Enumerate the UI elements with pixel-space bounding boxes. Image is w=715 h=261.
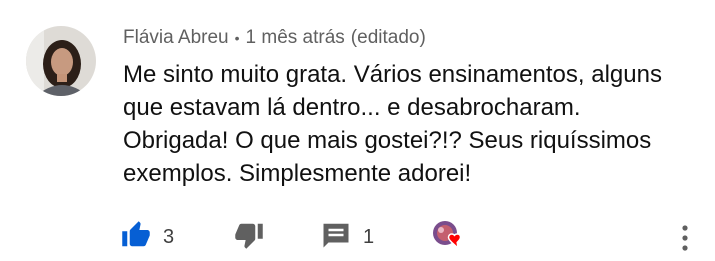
thumbs-down-icon: [234, 220, 264, 255]
thumbs-up-icon: [121, 220, 151, 255]
comment-text: Me sinto muito grata. Vários ensinamento…: [123, 58, 693, 190]
comment-line: que estavam lá dentro... e desabrocharam…: [123, 94, 581, 121]
author-name[interactable]: Flávia Abreu: [123, 27, 229, 49]
like-button[interactable]: 3: [121, 220, 175, 255]
comment-header: Flávia Abreu • 1 mês atrás (editado): [123, 26, 426, 50]
comment-line: exemplos. Simplesmente adorei!: [123, 160, 472, 187]
more-options-button[interactable]: [679, 224, 691, 252]
comment-timestamp[interactable]: 1 mês atrás: [246, 27, 345, 49]
dislike-button[interactable]: [234, 222, 264, 252]
like-count: 3: [163, 225, 175, 248]
creator-heart-icon: [431, 219, 467, 256]
reply-button[interactable]: 1: [321, 222, 374, 252]
comment-line: Me sinto muito grata. Vários ensinamento…: [123, 61, 662, 88]
comment-line: Obrigada! O que mais gostei?!? Seus riqu…: [123, 127, 652, 154]
header-separator: •: [234, 30, 240, 46]
more-vert-icon: [679, 225, 691, 256]
edited-label: (editado): [350, 27, 426, 48]
reply-count: 1: [363, 225, 375, 248]
author-avatar[interactable]: [26, 26, 96, 96]
comment-icon: [321, 220, 351, 255]
creator-heart: [431, 220, 467, 252]
